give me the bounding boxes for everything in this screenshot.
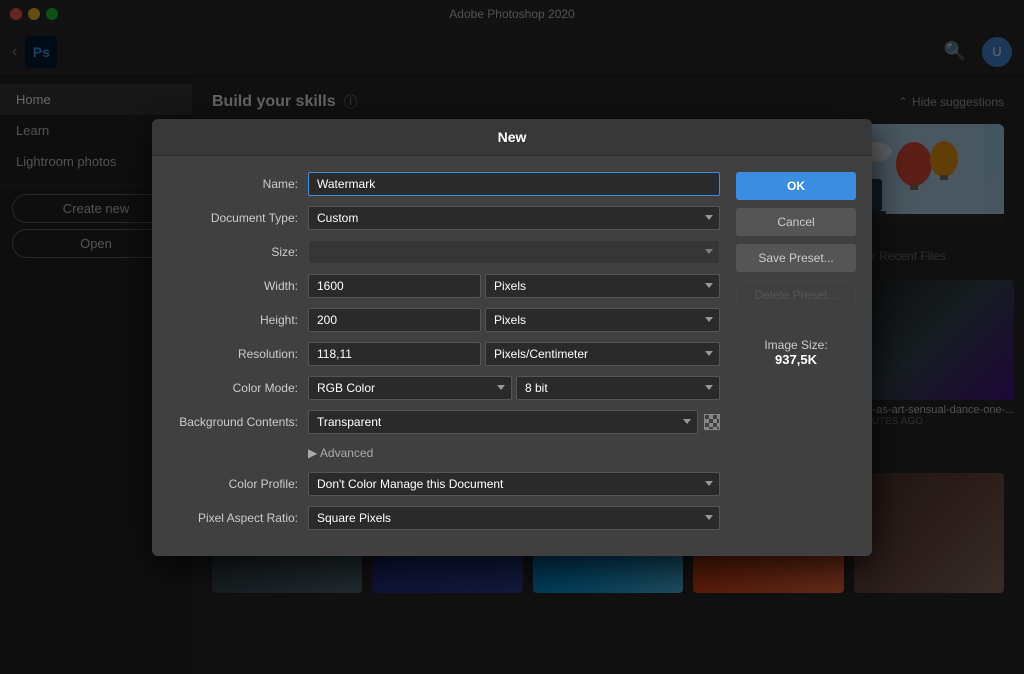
new-dialog: New Name: Document Type: Custom [152, 119, 872, 556]
color-profile-row: Color Profile: Don't Color Manage this D… [168, 472, 720, 496]
dialog-form: Name: Document Type: Custom Size: [168, 172, 720, 540]
resolution-row: Resolution: Pixels/Centimeter [168, 342, 720, 366]
color-mode-row: Color Mode: RGB Color 8 bit [168, 376, 720, 400]
size-row: Size: [168, 240, 720, 264]
resolution-label: Resolution: [168, 347, 298, 361]
doc-type-row: Document Type: Custom [168, 206, 720, 230]
resolution-controls: Pixels/Centimeter [308, 342, 720, 366]
image-size-label: Image Size: [736, 338, 856, 352]
pixel-aspect-label: Pixel Aspect Ratio: [168, 511, 298, 525]
bg-contents-select[interactable]: Transparent [308, 410, 698, 434]
bg-contents-controls: Transparent [308, 410, 720, 434]
save-preset-button[interactable]: Save Preset... [736, 244, 856, 272]
delete-preset-button[interactable]: Delete Preset... [736, 280, 856, 310]
color-depth-select[interactable]: 8 bit [516, 376, 720, 400]
bg-contents-row: Background Contents: Transparent [168, 410, 720, 434]
advanced-row: ▶ Advanced [168, 444, 720, 462]
advanced-toggle[interactable]: ▶ Advanced [168, 446, 373, 460]
cancel-button[interactable]: Cancel [736, 208, 856, 236]
pixel-aspect-row: Pixel Aspect Ratio: Square Pixels [168, 506, 720, 530]
height-label: Height: [168, 313, 298, 327]
color-profile-label: Color Profile: [168, 477, 298, 491]
pixel-aspect-select[interactable]: Square Pixels [308, 506, 720, 530]
dialog-actions: OK Cancel Save Preset... Delete Preset..… [736, 172, 856, 540]
doc-type-label: Document Type: [168, 211, 298, 225]
name-label: Name: [168, 177, 298, 191]
bg-contents-label: Background Contents: [168, 415, 298, 429]
height-input[interactable] [308, 308, 481, 332]
color-mode-label: Color Mode: [168, 381, 298, 395]
color-profile-select[interactable]: Don't Color Manage this Document [308, 472, 720, 496]
height-row: Height: Pixels [168, 308, 720, 332]
width-row: Width: Pixels [168, 274, 720, 298]
height-controls: Pixels [308, 308, 720, 332]
dialog-overlay: New Name: Document Type: Custom [0, 0, 1024, 674]
color-mode-controls: RGB Color 8 bit [308, 376, 720, 400]
doc-type-select[interactable]: Custom [308, 206, 720, 230]
name-input[interactable] [308, 172, 720, 196]
dialog-title: New [152, 119, 872, 156]
resolution-input[interactable] [308, 342, 481, 366]
width-controls: Pixels [308, 274, 720, 298]
height-unit-select[interactable]: Pixels [485, 308, 720, 332]
size-label: Size: [168, 245, 298, 259]
resolution-unit-select[interactable]: Pixels/Centimeter [485, 342, 720, 366]
name-row: Name: [168, 172, 720, 196]
image-size-value: 937,5K [736, 352, 856, 367]
width-label: Width: [168, 279, 298, 293]
color-mode-select[interactable]: RGB Color [308, 376, 512, 400]
ok-button[interactable]: OK [736, 172, 856, 200]
size-select[interactable] [308, 240, 720, 264]
width-unit-select[interactable]: Pixels [485, 274, 720, 298]
width-input[interactable] [308, 274, 481, 298]
image-size-info: Image Size: 937,5K [736, 338, 856, 367]
dialog-body: Name: Document Type: Custom Size: [152, 156, 872, 556]
transparency-preview [704, 414, 720, 430]
